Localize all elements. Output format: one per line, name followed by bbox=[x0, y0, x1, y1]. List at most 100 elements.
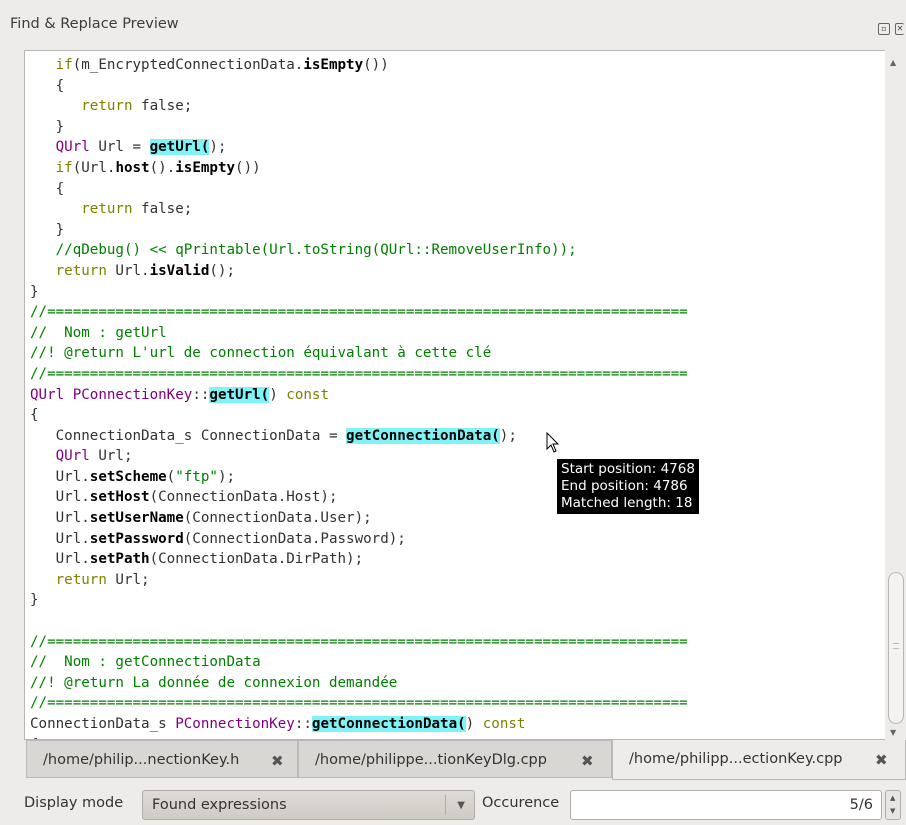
code-token: // Nom : getUrl bbox=[30, 324, 167, 341]
code-token: Url = bbox=[89, 139, 150, 156]
code-token: Url. bbox=[106, 262, 150, 279]
code-line: //! @return La donnée de connexion deman… bbox=[30, 673, 688, 694]
code-token: Url; bbox=[106, 571, 150, 588]
code-token: Url. bbox=[30, 530, 90, 547]
code-token: getConnectionData( bbox=[311, 716, 466, 732]
occurence-spinbox[interactable]: 5/6 bbox=[570, 790, 882, 820]
tab-label: /home/philipp...ectionKey.cpp bbox=[629, 751, 843, 767]
close-tab-icon[interactable]: ✖ bbox=[271, 752, 284, 770]
code-token: ); bbox=[209, 139, 227, 156]
code-token: // Nom : getConnectionData bbox=[30, 654, 261, 671]
occurence-value: 5/6 bbox=[849, 797, 873, 813]
code-token: //qDebug() << qPrintable(Url.toString(QU… bbox=[30, 242, 577, 259]
mouse-cursor-icon bbox=[546, 432, 560, 453]
code-line: if(Url.host().isEmpty()) bbox=[30, 158, 688, 179]
code-line: { bbox=[30, 179, 688, 200]
panel-titlebar: Find & Replace Preview ▫ ✕ bbox=[0, 0, 906, 50]
code-token: { bbox=[30, 407, 39, 424]
code-token: } bbox=[30, 592, 39, 609]
scroll-up-icon[interactable]: ▲ bbox=[890, 58, 896, 67]
code-token: (ConnectionData.Host); bbox=[149, 489, 338, 506]
code-token: //! @return La donnée de connexion deman… bbox=[30, 674, 398, 691]
tab-file-2[interactable]: /home/philippe...tionKeyDlg.cpp ✖ bbox=[298, 740, 612, 778]
code-line: ConnectionData_s ConnectionData = getCon… bbox=[30, 426, 688, 447]
code-token: //======================================… bbox=[30, 633, 688, 650]
occurence-stepper[interactable]: ▲ ▼ bbox=[885, 790, 901, 820]
code-token: const bbox=[482, 716, 526, 732]
tooltip-start: Start position: 4768 bbox=[561, 461, 695, 477]
code-token: getConnectionData( bbox=[346, 427, 500, 444]
code-line: if(m_EncryptedConnectionData.isEmpty()) bbox=[30, 55, 688, 76]
close-tab-icon[interactable]: ✖ bbox=[581, 752, 594, 770]
code-line: //qDebug() << qPrintable(Url.toString(QU… bbox=[30, 240, 688, 261]
vertical-scrollbar[interactable]: ▲ ▼ bbox=[885, 50, 906, 740]
code-token: return bbox=[81, 201, 133, 218]
code-line: return Url.isValid(); bbox=[30, 261, 688, 282]
panel-title: Find & Replace Preview bbox=[10, 16, 179, 32]
code-token: //! @return L'url de connection équivala… bbox=[30, 345, 492, 362]
code-token: return bbox=[81, 98, 133, 115]
code-token: { bbox=[30, 180, 65, 197]
tooltip-length: Matched length: 18 bbox=[561, 495, 693, 511]
code-token: if bbox=[55, 159, 73, 176]
code-token: isValid bbox=[149, 262, 210, 279]
code-preview[interactable]: if(m_EncryptedConnectionData.isEmpty()) … bbox=[24, 50, 886, 740]
code-token: const bbox=[286, 386, 330, 403]
code-line: return Url; bbox=[30, 570, 688, 591]
file-tabs: /home/philip...nectionKey.h ✖ /home/phil… bbox=[24, 740, 906, 780]
code-token: (m_EncryptedConnectionData. bbox=[72, 57, 304, 73]
code-token: ConnectionData_s bbox=[30, 716, 176, 732]
code-line: return false; bbox=[30, 96, 688, 117]
code-token: Url. bbox=[30, 468, 90, 485]
code-token: ( bbox=[166, 468, 176, 485]
code-token: PConnectionKey bbox=[72, 386, 193, 403]
code-line: } bbox=[30, 282, 688, 303]
code-token: (); bbox=[209, 262, 236, 279]
code-token: setScheme bbox=[89, 468, 167, 485]
code-token: QUrl bbox=[55, 139, 90, 156]
code-line: //======================================… bbox=[30, 364, 688, 385]
code-line: } bbox=[30, 117, 688, 138]
code-token: } bbox=[30, 118, 65, 135]
code-token: (ConnectionData.Password); bbox=[183, 530, 406, 547]
display-mode-select[interactable]: Found expressions ▼ bbox=[142, 790, 475, 820]
code-line: //! @return L'url de connection équivala… bbox=[30, 343, 688, 364]
close-tab-icon[interactable]: ✖ bbox=[875, 751, 888, 769]
close-icon[interactable]: ✕ bbox=[895, 23, 904, 35]
scrollbar-thumb[interactable] bbox=[888, 572, 904, 724]
code-token: PConnectionKey bbox=[175, 716, 295, 732]
code-token: { bbox=[30, 77, 65, 94]
tab-label: /home/philippe...tionKeyDlg.cpp bbox=[315, 752, 547, 768]
step-down-icon[interactable]: ▼ bbox=[890, 807, 895, 815]
code-token: (Url. bbox=[72, 159, 116, 176]
code-token: setPath bbox=[89, 551, 150, 568]
step-up-icon[interactable]: ▲ bbox=[890, 794, 895, 802]
code-token: :: bbox=[294, 716, 312, 732]
code-token: "ftp" bbox=[175, 468, 218, 485]
display-mode-value: Found expressions bbox=[152, 797, 287, 813]
code-line: } bbox=[30, 590, 688, 611]
float-icon[interactable]: ▫ bbox=[878, 23, 890, 35]
code-token: QUrl bbox=[30, 386, 65, 403]
code-token: ConnectionData_s ConnectionData = bbox=[30, 427, 347, 444]
code-text: if(m_EncryptedConnectionData.isEmpty()) … bbox=[30, 55, 688, 739]
code-token: return bbox=[55, 262, 107, 279]
code-token: Url; bbox=[89, 448, 133, 465]
code-token: Url. bbox=[30, 510, 90, 527]
code-token: (ConnectionData.User); bbox=[183, 510, 372, 527]
tab-file-1[interactable]: /home/philip...nectionKey.h ✖ bbox=[26, 740, 298, 778]
code-token: setPassword bbox=[89, 530, 184, 547]
code-token: isEmpty bbox=[303, 57, 364, 73]
code-token: //======================================… bbox=[30, 304, 688, 321]
code-token: ); bbox=[217, 468, 236, 485]
code-token: :: bbox=[192, 386, 210, 403]
code-token: ()) bbox=[363, 57, 389, 73]
scroll-down-icon[interactable]: ▼ bbox=[890, 728, 896, 737]
tab-file-3[interactable]: /home/philipp...ectionKey.cpp ✖ bbox=[612, 740, 906, 780]
chevron-down-icon: ▼ bbox=[457, 800, 465, 811]
